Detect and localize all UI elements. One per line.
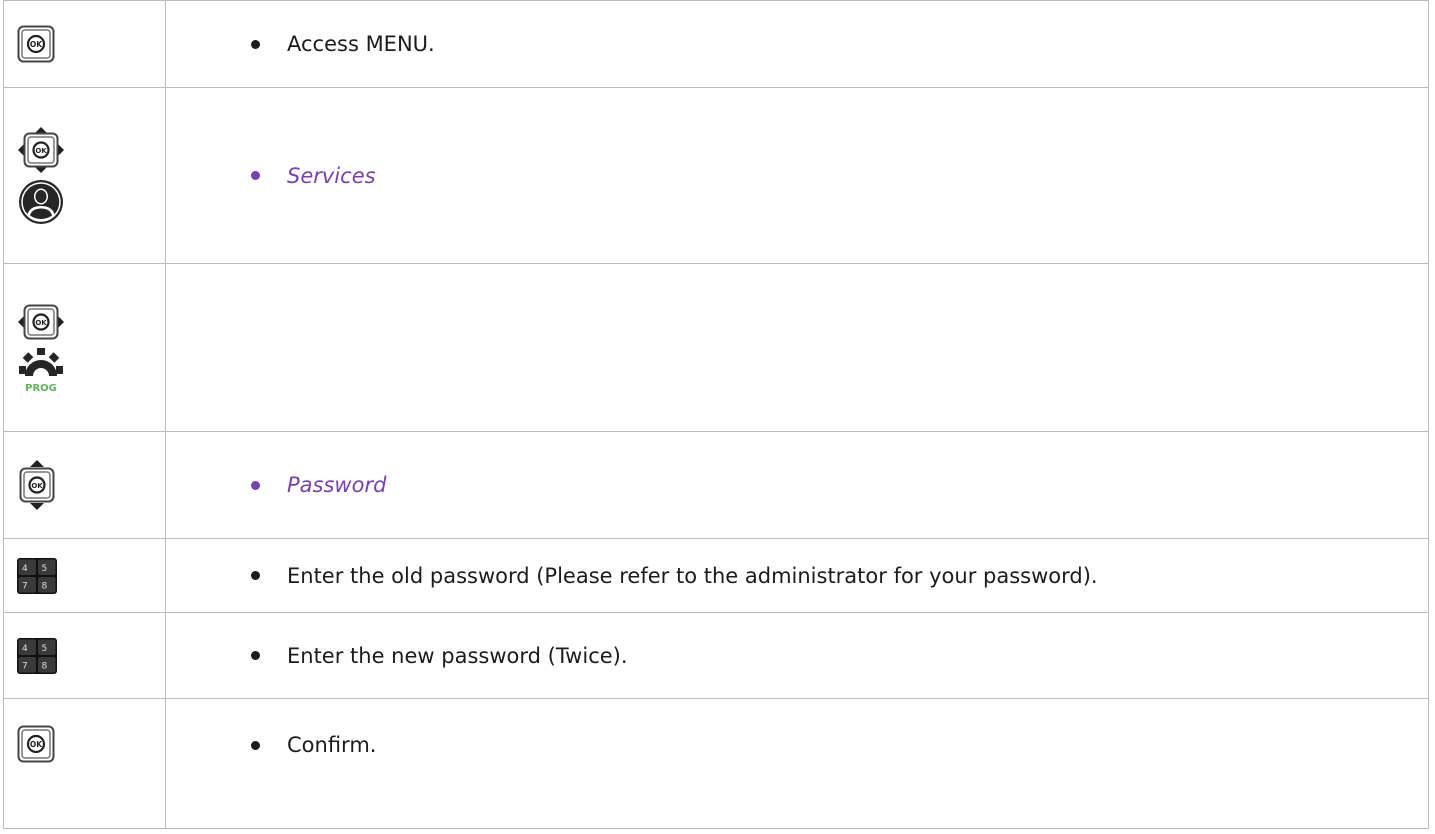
navigator-left-right-icon: OK (18, 304, 64, 339)
step-row: 4 5 7 8 Enter the old password (Please r… (3, 538, 1429, 613)
svg-text:5: 5 (42, 564, 48, 574)
step-text-cell: Enter the new password (Twice). (165, 612, 1429, 699)
svg-text:5: 5 (42, 644, 48, 654)
navigator-up-down-icon: OK (19, 460, 55, 510)
bullet (251, 171, 260, 180)
step-text-cell: Confirm. (165, 698, 1429, 829)
navigator-4way-icon: OK (18, 126, 64, 173)
keypad-icon: 4 5 7 8 (17, 557, 57, 594)
step-row: OK Access MENU. (3, 0, 1429, 88)
step-icon-cell: OK (3, 0, 166, 88)
keypad-icon: 4 5 7 8 (17, 637, 57, 674)
svg-text:OK: OK (35, 146, 47, 154)
prog-gear-icon: PROG (19, 347, 63, 394)
step-row: OK Password (3, 431, 1429, 539)
step-text: Confirm. (287, 733, 377, 757)
bullet (251, 571, 260, 580)
step-row: OK Services (3, 87, 1429, 264)
svg-text:7: 7 (22, 581, 28, 591)
step-text: Enter the new password (Twice). (287, 643, 628, 668)
svg-text:8: 8 (42, 581, 48, 591)
svg-text:8: 8 (42, 661, 48, 671)
svg-text:4: 4 (22, 644, 28, 654)
step-icon-cell: 4 5 7 8 (3, 612, 166, 699)
ok-key-icon: OK (17, 25, 55, 63)
svg-text:OK: OK (30, 40, 43, 49)
step-icon-cell: OK (3, 698, 166, 829)
bullet (251, 39, 260, 49)
svg-text:7: 7 (22, 661, 28, 671)
step-text-cell: Services (165, 87, 1429, 264)
menu-item-password: Password (287, 473, 387, 497)
step-row: OK PROG (3, 263, 1429, 432)
bullet (251, 740, 260, 750)
step-icon-cell: OK (3, 431, 166, 539)
step-text-cell: Access MENU. (165, 0, 1429, 88)
menu-item-services: Services (287, 163, 376, 188)
step-row: OK Confirm. (3, 698, 1429, 829)
step-text: Access MENU. (287, 32, 435, 56)
step-icon-cell: OK (3, 87, 166, 264)
step-text-cell: Password (165, 431, 1429, 539)
svg-text:4: 4 (22, 564, 28, 574)
step-icon-cell: OK PROG (3, 263, 166, 432)
bullet (251, 651, 260, 660)
svg-text:OK: OK (30, 740, 43, 749)
ok-key-icon: OK (17, 725, 55, 763)
step-row: 4 5 7 8 Enter the new password (Twice). (3, 612, 1429, 699)
bullet (251, 480, 260, 490)
step-text: Enter the old password (Please refer to … (287, 563, 1098, 588)
step-text-cell: Enter the old password (Please refer to … (165, 538, 1429, 613)
step-icon-cell: 4 5 7 8 (3, 538, 166, 613)
svg-text:PROG: PROG (25, 383, 57, 394)
svg-text:OK: OK (35, 318, 47, 326)
user-profile-icon (19, 179, 63, 224)
svg-text:OK: OK (31, 482, 43, 490)
step-text-cell (165, 263, 1429, 432)
procedure-table: OK Access MENU. OK Services OK PROG OK P… (3, 0, 1429, 829)
